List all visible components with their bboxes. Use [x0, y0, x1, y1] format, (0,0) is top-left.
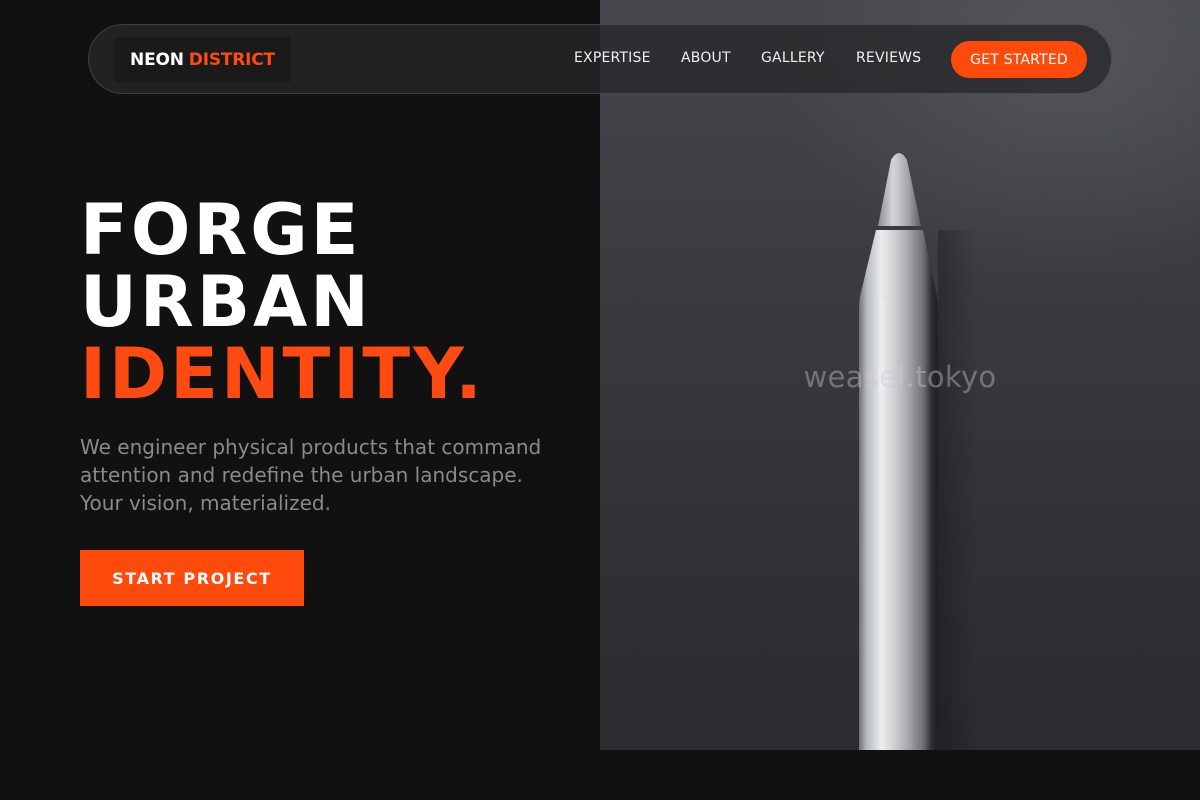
- headline-line-3: IDENTITY.: [80, 333, 485, 415]
- headline-line-1: FORGE: [80, 189, 362, 271]
- start-project-button[interactable]: START PROJECT: [80, 550, 304, 606]
- nav-link-gallery[interactable]: GALLERY: [761, 50, 825, 66]
- image-watermark: weasel.tokyo: [803, 360, 997, 394]
- brand-name-part2: DISTRICT: [188, 49, 275, 70]
- brand-name-part1: NEON: [130, 49, 184, 70]
- get-started-button[interactable]: GET STARTED: [951, 41, 1087, 78]
- hero-subtext: We engineer physical products that comma…: [80, 435, 542, 515]
- headline-line-2: URBAN: [80, 261, 372, 343]
- nav-link-expertise[interactable]: EXPERTISE: [574, 50, 651, 66]
- nav-link-about[interactable]: ABOUT: [681, 50, 731, 66]
- navbar: NEON DISTRICT EXPERTISE ABOUT GALLERY RE…: [88, 24, 1112, 94]
- hero-image: weasel.tokyo: [600, 0, 1200, 750]
- brand-logo[interactable]: NEON DISTRICT: [114, 37, 291, 82]
- page: weasel.tokyo NEON DISTRICT EXPERTISE ABO…: [0, 0, 1200, 800]
- hero-headline: FORGE URBAN IDENTITY.: [80, 194, 485, 410]
- nav-link-reviews[interactable]: REVIEWS: [856, 50, 921, 66]
